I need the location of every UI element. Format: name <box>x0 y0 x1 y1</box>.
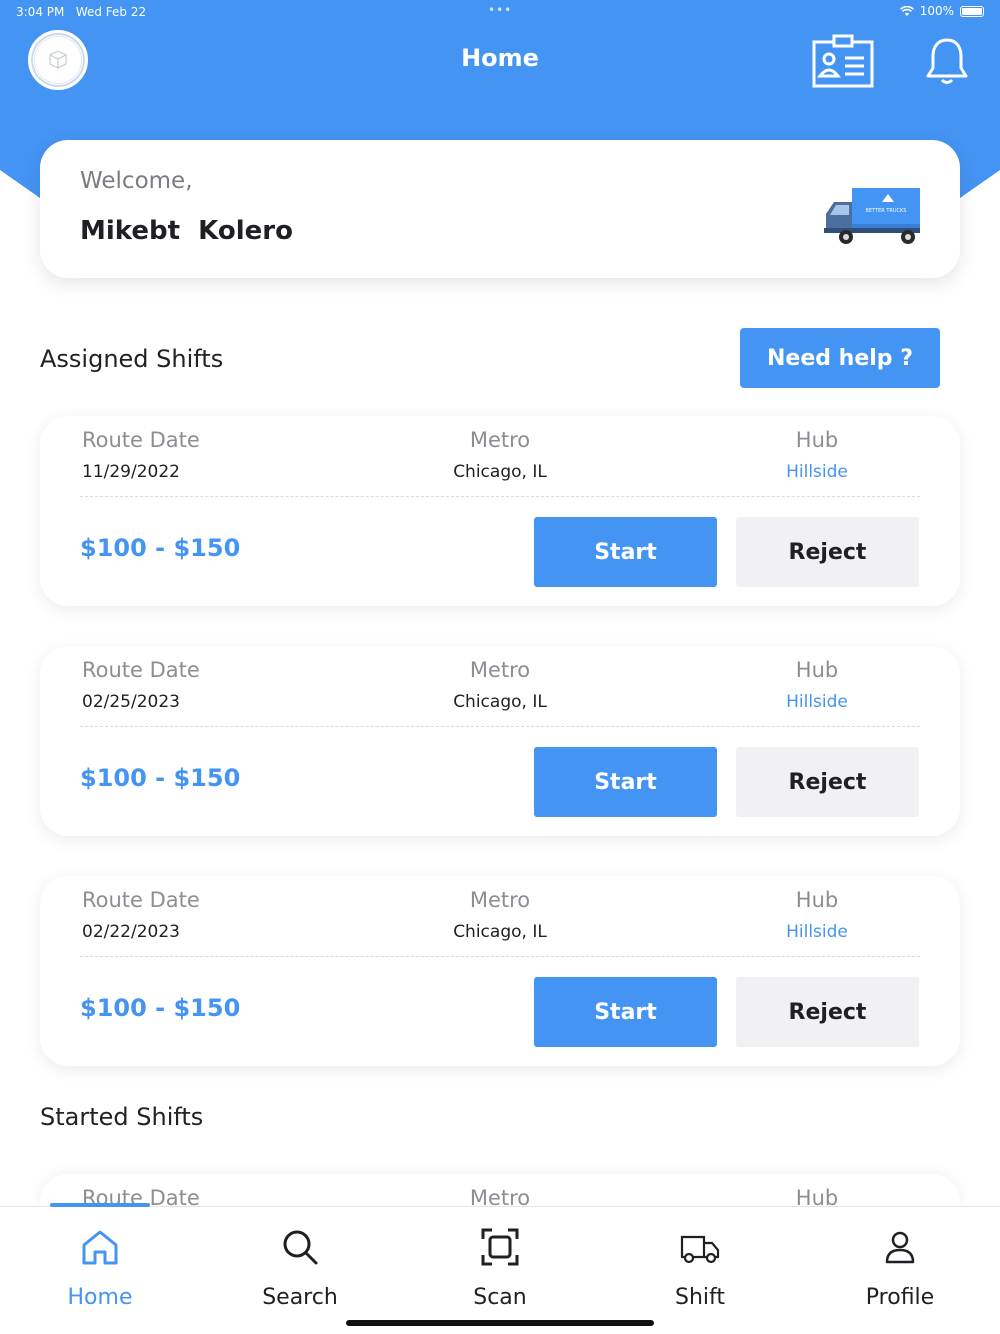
status-indicators: 100% <box>899 4 984 18</box>
shift-card: Route Date Metro Hub 02/25/2023 Chicago,… <box>40 646 960 836</box>
hub-value[interactable]: Hillside <box>717 462 917 482</box>
card-divider <box>80 726 920 727</box>
hub-value[interactable]: Hillside <box>717 922 917 942</box>
status-date: Wed Feb 22 <box>75 5 147 19</box>
scan-icon <box>481 1228 519 1266</box>
tab-label: Shift <box>674 1285 725 1310</box>
tab-label: Search <box>262 1285 338 1310</box>
tab-label: Profile <box>865 1285 935 1310</box>
status-time: 3:04 PM Wed Feb 22 <box>16 5 146 19</box>
truck-illustration: BETTER TRUCKS <box>824 188 920 244</box>
home-icon <box>82 1230 118 1265</box>
id-card-icon[interactable] <box>812 34 874 88</box>
started-shifts-title: Started Shifts <box>40 1103 204 1131</box>
search-icon <box>283 1230 318 1265</box>
tab-profile[interactable]: Profile <box>800 1207 1000 1327</box>
multitasking-dots-icon[interactable]: ••• <box>488 3 512 17</box>
status-bar: 3:04 PM Wed Feb 22 ••• 100% <box>0 0 1000 24</box>
card-divider <box>80 496 920 497</box>
tab-search[interactable]: Search <box>200 1207 400 1327</box>
assigned-shifts-title: Assigned Shifts <box>40 345 224 373</box>
home-indicator[interactable] <box>346 1320 654 1326</box>
tab-scan[interactable]: Scan <box>400 1207 600 1327</box>
hub-value[interactable]: Hillside <box>717 692 917 712</box>
need-help-button[interactable]: Need help ? <box>740 328 940 388</box>
battery-percent: 100% <box>919 4 954 18</box>
welcome-card: Welcome, Mikebt Kolero BETTER TRUCKS <box>40 140 960 278</box>
tab-label: Scan <box>473 1285 527 1310</box>
tab-bar: Home Search Scan Shift Profile <box>0 1203 1000 1334</box>
shift-card: Route Date Metro Hub 11/29/2022 Chicago,… <box>40 416 960 606</box>
wifi-icon <box>899 5 914 16</box>
card-divider <box>80 956 920 957</box>
status-clock: 3:04 PM <box>16 5 65 19</box>
start-button[interactable]: Start <box>534 977 717 1047</box>
user-name: Mikebt Kolero <box>80 216 293 246</box>
bell-icon[interactable] <box>924 36 970 86</box>
reject-button[interactable]: Reject <box>736 747 919 817</box>
price-range: $100 - $150 <box>80 994 241 1022</box>
tab-shift[interactable]: Shift <box>600 1207 800 1327</box>
battery-icon <box>960 5 984 17</box>
person-icon <box>885 1231 915 1264</box>
hub-label: Hub <box>795 658 839 682</box>
price-range: $100 - $150 <box>80 764 241 792</box>
price-range: $100 - $150 <box>80 534 241 562</box>
tab-label: Home <box>67 1285 133 1310</box>
hub-label: Hub <box>795 428 839 452</box>
start-button[interactable]: Start <box>534 747 717 817</box>
tab-home[interactable]: Home <box>0 1207 200 1327</box>
welcome-greeting: Welcome, <box>80 168 193 194</box>
start-button[interactable]: Start <box>534 517 717 587</box>
hub-label: Hub <box>795 888 839 912</box>
reject-button[interactable]: Reject <box>736 977 919 1047</box>
truck-icon <box>680 1235 720 1264</box>
shift-card: Route Date Metro Hub 02/22/2023 Chicago,… <box>40 876 960 1066</box>
reject-button[interactable]: Reject <box>736 517 919 587</box>
truck-brand-label: BETTER TRUCKS <box>866 208 907 214</box>
